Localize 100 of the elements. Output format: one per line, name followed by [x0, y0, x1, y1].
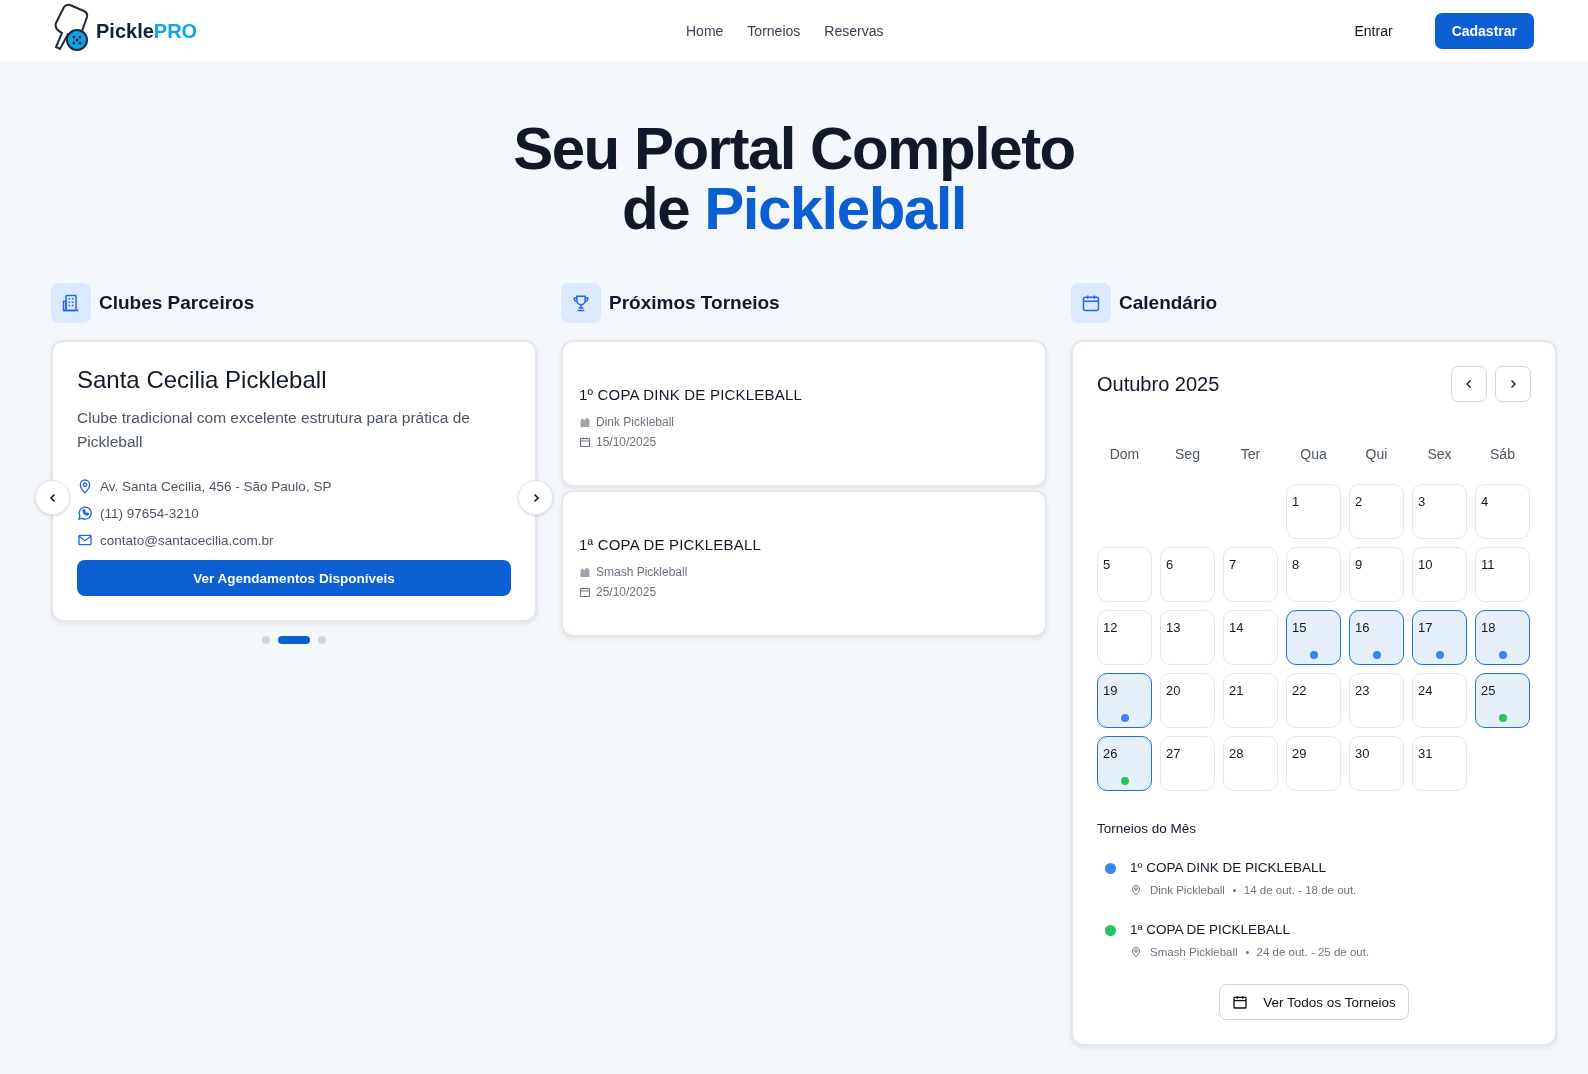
calendar-day[interactable]: 3 [1412, 484, 1467, 539]
day-number: 30 [1355, 746, 1370, 761]
bookings-button[interactable]: Ver Agendamentos Disponíveis [77, 560, 511, 596]
calendar-day[interactable]: 13 [1160, 610, 1215, 665]
separator-dot [1232, 888, 1236, 892]
tournament-club: Smash Pickleball [596, 565, 688, 579]
day-number: 10 [1418, 557, 1433, 572]
day-number: 13 [1166, 620, 1181, 635]
day-number: 8 [1292, 557, 1300, 572]
day-number: 19 [1103, 683, 1118, 698]
tournament-date: 15/10/2025 [596, 435, 657, 449]
calendar-day[interactable]: 12 [1097, 610, 1152, 665]
location-pin-icon [1130, 946, 1142, 958]
event-name: 1ª COPA DE PICKLEBALL [1130, 922, 1292, 937]
calendar-day[interactable]: 19 [1097, 673, 1152, 728]
calendar-day[interactable]: 7 [1223, 547, 1278, 602]
calendar-day[interactable]: 1 [1286, 484, 1341, 539]
weekday-label: Dom [1108, 446, 1141, 464]
location-pin-icon [77, 478, 93, 494]
calendar-day[interactable]: 10 [1412, 547, 1467, 602]
month-tournaments-title: Torneios do Mês [1097, 821, 1198, 836]
calendar-day[interactable]: 9 [1349, 547, 1404, 602]
calendar-day[interactable]: 11 [1475, 547, 1530, 602]
signup-button[interactable]: Cadastrar [1434, 13, 1534, 49]
all-tournaments-button[interactable]: Ver Todos os Torneios [1219, 984, 1409, 1020]
day-number: 1 [1292, 494, 1300, 509]
calendar-day[interactable]: 18 [1475, 610, 1530, 665]
calendar-day[interactable]: 5 [1097, 547, 1152, 602]
day-number: 25 [1481, 683, 1496, 698]
day-number: 28 [1229, 746, 1244, 761]
calendar-day[interactable]: 15 [1286, 610, 1341, 665]
calendar-day[interactable]: 24 [1412, 673, 1467, 728]
day-number: 5 [1103, 557, 1111, 572]
calendar-icon [1232, 994, 1249, 1010]
calendar-icon [579, 586, 591, 598]
calendar-day[interactable]: 23 [1349, 673, 1404, 728]
section-title: Clubes Parceiros [99, 292, 255, 314]
carousel-dot[interactable] [262, 636, 270, 644]
weekday-label: Sáb [1489, 446, 1516, 464]
next-month-button[interactable] [1495, 366, 1531, 402]
calendar-icon [1071, 283, 1111, 323]
event-name: 1º COPA DINK DE PICKLEBALL [1130, 860, 1327, 875]
day-number: 6 [1166, 557, 1174, 572]
tournament-card[interactable]: 1ª COPA DE PICKLEBALL Smash Pickleball 25/10/2025 [561, 490, 1047, 637]
calendar-day[interactable]: 25 [1475, 673, 1530, 728]
day-number: 20 [1166, 683, 1181, 698]
calendar-day[interactable]: 16 [1349, 610, 1404, 665]
hero-title: Seu Portal Completo de Pickleball [512, 119, 1076, 239]
month-title: Outubro 2025 [1097, 372, 1220, 396]
calendar-day[interactable]: 8 [1286, 547, 1341, 602]
separator-dot [1245, 950, 1249, 954]
club-icon [579, 416, 591, 428]
tournament-name: 1º COPA DINK DE PICKLEBALL [579, 386, 803, 403]
club-icon [579, 566, 591, 578]
previous-month-button[interactable] [1451, 366, 1487, 402]
calendar-day[interactable]: 30 [1349, 736, 1404, 791]
brand-logo[interactable]: PicklePRO [96, 19, 198, 43]
section-title: Calendário [1119, 292, 1218, 314]
nav-link[interactable]: Torneios [747, 23, 801, 39]
weekday-label: Seg [1174, 446, 1201, 464]
calendar-day[interactable]: 14 [1223, 610, 1278, 665]
carousel-dot[interactable] [318, 636, 326, 644]
day-number: 16 [1355, 620, 1370, 635]
event-club: Smash Pickleball [1150, 946, 1238, 958]
tournament-date: 25/10/2025 [596, 585, 657, 599]
tournament-card[interactable]: 1º COPA DINK DE PICKLEBALL Dink Pickleball 15/10/2025 [561, 340, 1047, 487]
section-title: Próximos Torneios [609, 292, 780, 314]
day-number: 4 [1481, 494, 1489, 509]
day-number: 23 [1355, 683, 1370, 698]
calendar-day[interactable]: 31 [1412, 736, 1467, 791]
event-dates: 24 de out. - 25 de out. [1256, 946, 1370, 958]
calendar-day[interactable]: 2 [1349, 484, 1404, 539]
nav-link[interactable]: Reservas [824, 23, 884, 39]
day-number: 14 [1229, 620, 1244, 635]
calendar-day[interactable]: 21 [1223, 673, 1278, 728]
calendar-day[interactable]: 26 [1097, 736, 1152, 791]
day-number: 31 [1418, 746, 1433, 761]
day-number: 7 [1229, 557, 1237, 572]
day-number: 29 [1292, 746, 1307, 761]
calendar-day[interactable]: 17 [1412, 610, 1467, 665]
calendar-day[interactable]: 4 [1475, 484, 1530, 539]
day-number: 2 [1355, 494, 1363, 509]
day-number: 12 [1103, 620, 1118, 635]
calendar-day[interactable]: 20 [1160, 673, 1215, 728]
calendar-day[interactable]: 28 [1223, 736, 1278, 791]
calendar-day[interactable]: 29 [1286, 736, 1341, 791]
weekday-label: Qui [1364, 446, 1389, 464]
calendar-icon [579, 436, 591, 448]
club-email: contato@santacecilia.com.br [100, 532, 274, 548]
calendar-day[interactable]: 22 [1286, 673, 1341, 728]
tournament-name: 1ª COPA DE PICKLEBALL [579, 536, 763, 553]
calendar-day[interactable]: 6 [1160, 547, 1215, 602]
club-phone: (11) 97654-3210 [100, 505, 199, 521]
login-link[interactable]: Entrar [1354, 23, 1393, 39]
calendar-day[interactable]: 27 [1160, 736, 1215, 791]
club-name: Santa Cecilia Pickleball [77, 366, 328, 394]
day-number: 26 [1103, 746, 1118, 761]
day-number: 11 [1481, 557, 1495, 572]
nav-link[interactable]: Home [686, 23, 724, 39]
location-pin-icon [1130, 884, 1142, 896]
